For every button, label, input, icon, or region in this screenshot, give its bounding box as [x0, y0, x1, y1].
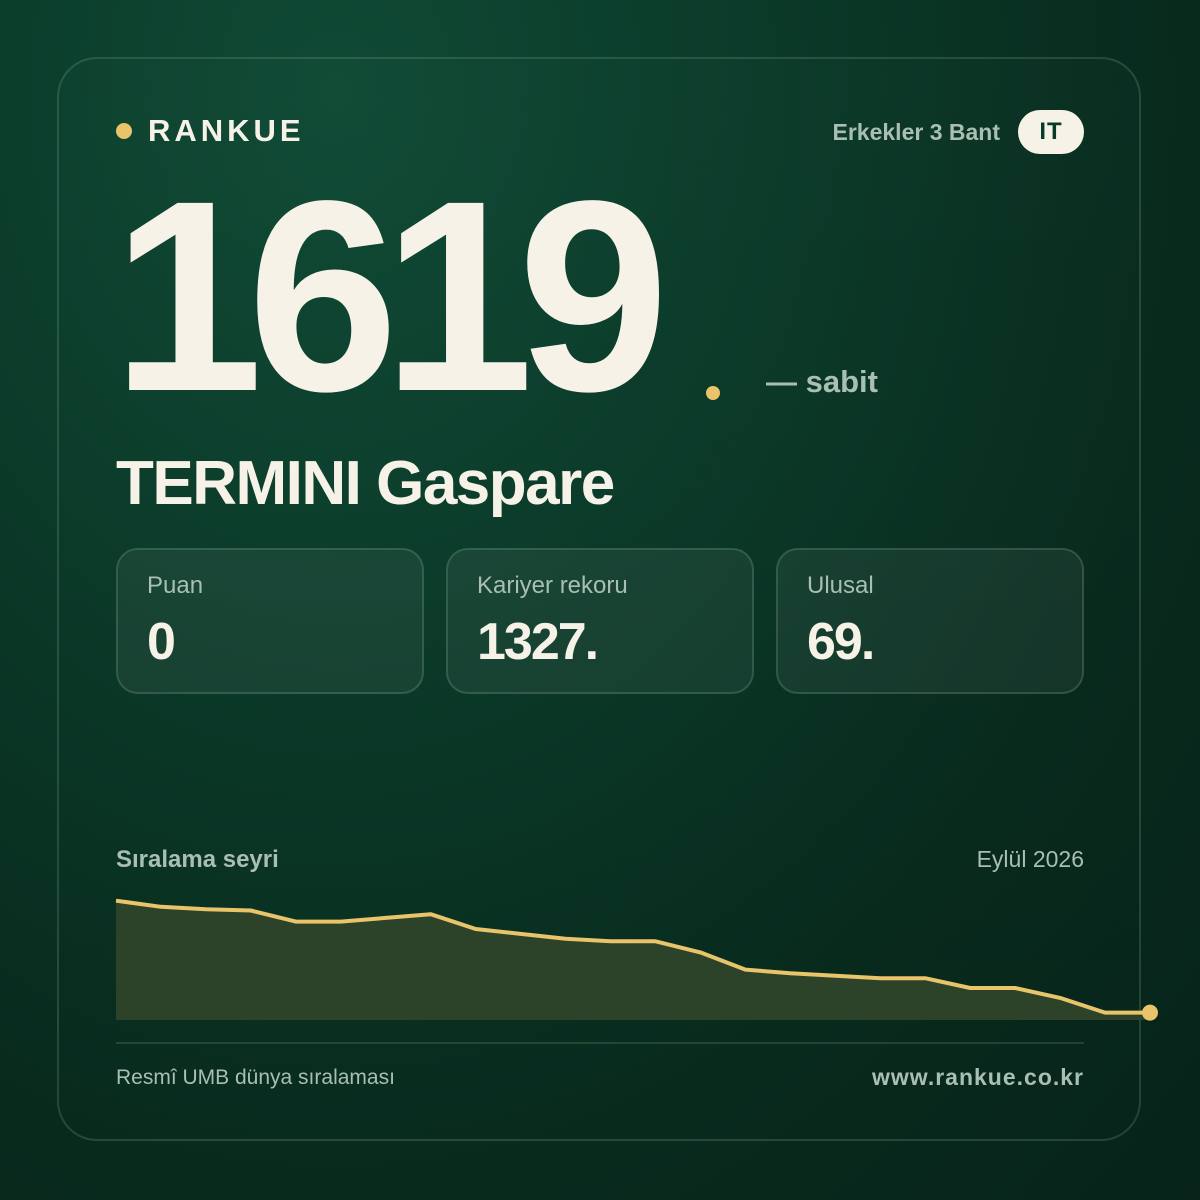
- footer-divider: [116, 1042, 1084, 1044]
- footer-url[interactable]: www.rankue.co.kr: [872, 1064, 1084, 1091]
- chart-latest-point: [1142, 1004, 1158, 1021]
- chart-area-fill: [116, 900, 1150, 1020]
- rank-trend-chart: [115, 898, 1158, 1021]
- footer-source: Resmî UMB dünya sıralaması: [116, 1066, 395, 1089]
